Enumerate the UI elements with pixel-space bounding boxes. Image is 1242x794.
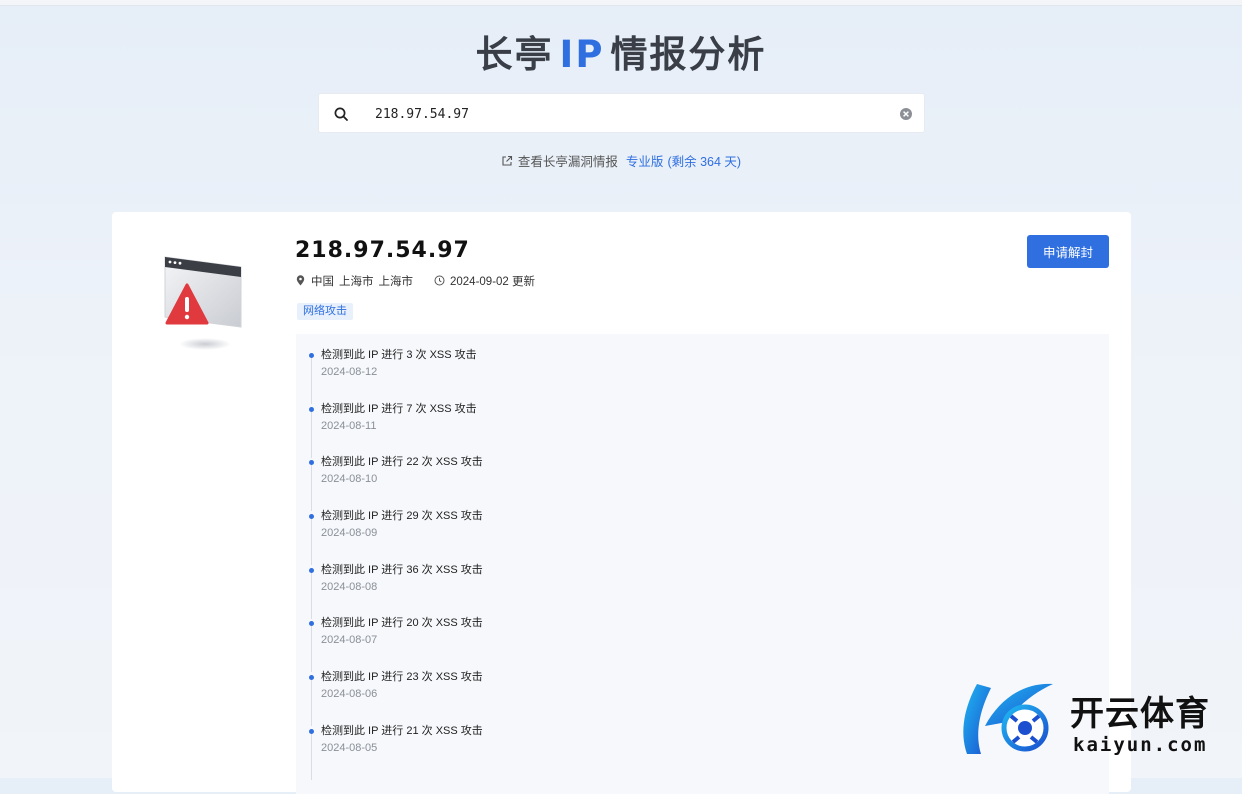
vuln-intel-link[interactable]: 查看长亭漏洞情报 专业版 (剩余 364 天): [0, 151, 1242, 170]
kaiyun-cn: 开云体育: [1070, 694, 1210, 734]
update-time-label: 2024-09-02 更新: [450, 276, 536, 288]
location: 中国 上海市 上海市: [311, 276, 418, 288]
timeline-line: [311, 568, 312, 619]
timeline-line: [311, 461, 312, 512]
top-bar: [0, 0, 1242, 6]
timeline-line: [311, 676, 312, 727]
timeline-line: [311, 515, 312, 566]
timeline-dot: [309, 675, 314, 681]
location-pin-icon: [296, 275, 305, 286]
timeline-dot: [309, 353, 314, 358]
timeline-item: 检测到此 IP 进行 22 次 XSS 攻击 2024-08-10: [296, 455, 1109, 512]
remaining-days: (剩余 364 天): [667, 155, 742, 169]
ip-address: 218.97.54.97: [295, 238, 470, 263]
timeline-dot: [309, 728, 314, 734]
timeline-line: [311, 622, 312, 673]
timeline-line: [311, 407, 312, 458]
event-description: 检测到此 IP 进行 36 次 XSS 攻击: [321, 563, 483, 576]
ip-meta: 中国 上海市 上海市 2024-09-02 更新: [295, 273, 535, 289]
kaiyun-logo-icon: [963, 683, 1053, 754]
timeline-dot: [309, 406, 314, 412]
search-icon[interactable]: [333, 106, 349, 122]
event-date: 2024-08-10: [321, 473, 378, 486]
title-pre: 长亭: [475, 33, 554, 76]
timeline-item: 检测到此 IP 进行 36 次 XSS 攻击 2024-08-08: [296, 563, 1109, 619]
event-description: 检测到此 IP 进行 3 次 XSS 攻击: [321, 349, 477, 361]
timeline-dot: [309, 567, 314, 573]
timeline-item: 检测到此 IP 进行 3 次 XSS 攻击 2024-08-12: [296, 348, 1109, 404]
timeline-item: 检测到此 IP 进行 29 次 XSS 攻击 2024-08-09: [296, 509, 1109, 566]
kaiyun-watermark: 开云体育 kaiyun.com: [955, 676, 1235, 764]
search-input[interactable]: [375, 102, 875, 126]
external-link-icon: [502, 155, 512, 166]
event-date: 2024-08-07: [321, 634, 378, 647]
event-description: 检测到此 IP 进行 22 次 XSS 攻击: [321, 456, 483, 469]
event-description: 检测到此 IP 进行 7 次 XSS 攻击: [321, 402, 477, 415]
location-country: 中国: [311, 276, 334, 288]
unblock-request-button[interactable]: 申请解封: [1027, 235, 1109, 268]
event-description: 检测到此 IP 进行 20 次 XSS 攻击: [321, 617, 483, 630]
event-date: 2024-08-08: [321, 580, 378, 593]
timeline-dot: [309, 460, 314, 466]
event-date: 2024-08-09: [321, 527, 378, 540]
title-ip: IP: [559, 33, 605, 76]
timeline-item: 检测到此 IP 进行 20 次 XSS 攻击 2024-08-07: [296, 616, 1109, 673]
location-province: 上海市: [339, 276, 374, 288]
timeline-line: [311, 354, 312, 404]
vuln-intel-label: 查看长亭漏洞情报: [517, 155, 618, 169]
timeline-item: 检测到此 IP 进行 7 次 XSS 攻击 2024-08-11: [296, 402, 1109, 458]
plan-label: 专业版: [625, 155, 664, 169]
clock-icon: [434, 275, 445, 286]
update-time: 2024-09-02 更新: [434, 275, 536, 288]
title-post: 情报分析: [610, 33, 767, 76]
location-city: 上海市: [378, 276, 414, 288]
search-box: [318, 93, 925, 133]
page-title: 长亭 IP 情报分析: [0, 24, 1242, 78]
kaiyun-en: kaiyun.com: [1073, 734, 1208, 756]
clear-icon[interactable]: [899, 107, 913, 121]
threat-tag: 网络攻击: [297, 303, 353, 320]
timeline-line: [311, 729, 312, 780]
event-description: 检测到此 IP 进行 29 次 XSS 攻击: [321, 510, 483, 523]
timeline-dot: [309, 514, 314, 520]
event-date: 2024-08-12: [321, 366, 378, 378]
timeline-dot: [309, 621, 314, 627]
event-date: 2024-08-11: [321, 419, 377, 432]
warning-window-icon: [164, 256, 242, 350]
